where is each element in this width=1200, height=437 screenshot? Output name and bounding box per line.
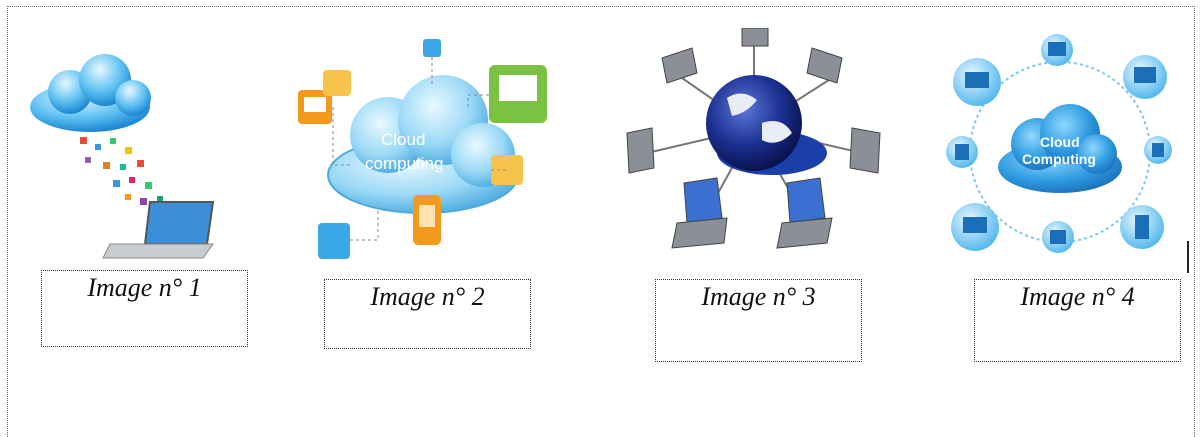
caption-box-4[interactable]: Image n° 4: [974, 279, 1181, 362]
illustration-2-cloud-computing: Cloud computing: [293, 35, 558, 265]
caption-box-3[interactable]: Image n° 3: [655, 279, 862, 362]
caption-text-2: Image n° 2: [370, 282, 485, 311]
illustration-4-cloud-network: Cloud Computing: [945, 32, 1180, 267]
globe-icon: [706, 75, 827, 175]
caption-text-4: Image n° 4: [1020, 282, 1135, 311]
illustration-3-globe-network: [622, 28, 887, 268]
cloud-label-line2: computing: [365, 154, 443, 173]
caption-box-1[interactable]: Image n° 1: [41, 270, 248, 347]
caption-text-1: Image n° 1: [87, 273, 202, 302]
text-cursor: [1187, 241, 1189, 273]
caption-text-3: Image n° 3: [701, 282, 816, 311]
cloud-icon: [30, 54, 151, 132]
cloud-label-line1: Cloud: [381, 130, 425, 149]
cloud-label-line1: Cloud: [1040, 134, 1080, 150]
illustration-1-cloud-to-laptop: [25, 52, 220, 264]
laptop-icon: [102, 201, 215, 259]
cloud-label-line2: Computing: [1022, 151, 1096, 167]
caption-box-2[interactable]: Image n° 2: [324, 279, 531, 349]
